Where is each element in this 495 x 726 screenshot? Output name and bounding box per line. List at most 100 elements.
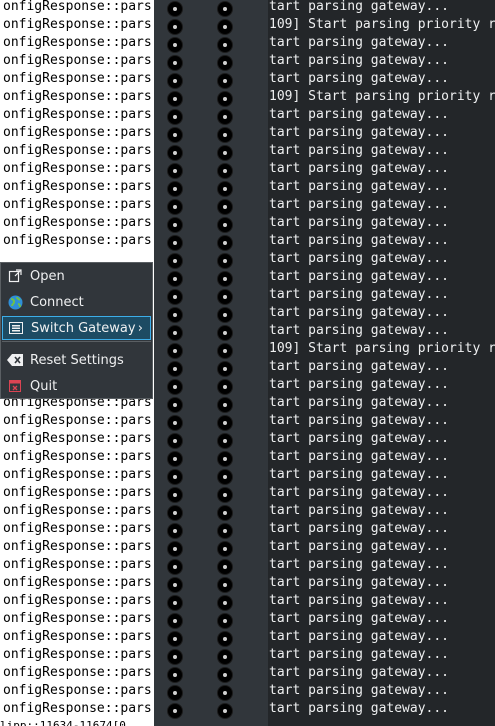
bullet-icon (218, 20, 232, 34)
log-line-left: onfigResponse::pars (3, 143, 152, 158)
bullet-icon (218, 200, 232, 214)
log-line-left: onfigResponse::pars (3, 521, 152, 536)
log-line-right: tart parsing gateway... (269, 467, 450, 482)
log-line-left: onfigResponse::pars (3, 485, 152, 500)
bullet-icon (168, 326, 182, 340)
log-line-left: onfigResponse::pars (3, 35, 152, 50)
bullet-icon (168, 524, 182, 538)
bullet-icon (218, 326, 232, 340)
bullet-icon (218, 164, 232, 178)
bullet-icon (218, 614, 232, 628)
log-line-left: onfigResponse::pars (3, 17, 152, 32)
bullet-icon (218, 182, 232, 196)
bullet-icon (218, 308, 232, 322)
log-line-right: tart parsing gateway... (269, 125, 450, 140)
switch-gateway-icon (8, 320, 24, 336)
log-line-left: onfigResponse::pars (3, 665, 152, 680)
globe-icon (7, 294, 23, 310)
bullet-icon (218, 110, 232, 124)
bullet-icon (168, 506, 182, 520)
menu-item-connect[interactable]: Connect (2, 290, 151, 314)
bullet-icon (218, 92, 232, 106)
bullet-icon (218, 650, 232, 664)
log-line-left: onfigResponse::pars (3, 683, 152, 698)
log-line-right: tart parsing gateway... (269, 521, 450, 536)
log-line-right: tart parsing gateway... (269, 269, 450, 284)
log-line-left: onfigResponse::pars (3, 53, 152, 68)
bullet-icon (168, 704, 182, 718)
log-line-left: onfigResponse::pars (3, 467, 152, 482)
log-line-right: tart parsing gateway... (269, 701, 450, 716)
chevron-right-icon: › (137, 321, 143, 336)
log-line-left: onfigResponse::pars (3, 557, 152, 572)
bullet-icon (168, 596, 182, 610)
bullet-icon (168, 20, 182, 34)
log-line-left: onfigResponse::pars (3, 647, 152, 662)
log-line-left: onfigResponse::pars (3, 179, 152, 194)
bullet-icon (168, 272, 182, 286)
bullet-icon (168, 92, 182, 106)
bullet-icon (218, 578, 232, 592)
log-line-right: tart parsing gateway... (269, 557, 450, 572)
log-line-left: onfigResponse::pars (3, 197, 152, 212)
menu-item-switch-gateway[interactable]: Switch Gateway › (2, 316, 151, 340)
bullet-icon (218, 686, 232, 700)
menu-item-open[interactable]: Open (2, 264, 151, 288)
bullet-icon (218, 452, 232, 466)
log-line-left: onfigResponse::pars (3, 629, 152, 644)
log-line-left: onfigResponse::pars (3, 593, 152, 608)
bullet-icon (218, 524, 232, 538)
bullet-icon (218, 704, 232, 718)
log-line-left: onfigResponse::pars (3, 89, 152, 104)
bullet-icon (218, 398, 232, 412)
bullet-icon (218, 74, 232, 88)
log-bottom-fragment: lipp::11634-11674[0 (0, 719, 154, 726)
bullet-icon (218, 38, 232, 52)
middle-pane (154, 0, 268, 726)
log-line-right: tart parsing gateway... (269, 413, 450, 428)
log-line-right: tart parsing gateway... (269, 611, 450, 626)
bullet-icon (218, 542, 232, 556)
log-line-left: onfigResponse::pars (3, 575, 152, 590)
bullet-icon (168, 110, 182, 124)
log-line-right: tart parsing gateway... (269, 377, 450, 392)
log-line-right: tart parsing gateway... (269, 683, 450, 698)
menu-item-label: Reset Settings (30, 352, 124, 368)
bullet-icon (168, 290, 182, 304)
log-line-right: tart parsing gateway... (269, 233, 450, 248)
log-line-right: tart parsing gateway... (269, 593, 450, 608)
log-line-left: onfigResponse::pars (3, 71, 152, 86)
open-icon (7, 268, 23, 284)
menu-item-reset-settings[interactable]: Reset Settings (2, 348, 151, 372)
log-line-right: tart parsing gateway... (269, 179, 450, 194)
bullet-icon (168, 398, 182, 412)
log-line-left: onfigResponse::pars (3, 215, 152, 230)
menu-item-label: Connect (30, 294, 84, 310)
bullet-icon (168, 578, 182, 592)
bullet-icon (168, 434, 182, 448)
log-line-left: onfigResponse::pars (3, 449, 152, 464)
bullet-icon (218, 272, 232, 286)
bullet-icon (218, 236, 232, 250)
bullet-icon (218, 290, 232, 304)
log-line-right: tart parsing gateway... (269, 665, 450, 680)
log-line-right: tart parsing gateway... (269, 323, 450, 338)
bullet-icon (168, 488, 182, 502)
log-line-right: tart parsing gateway... (269, 251, 450, 266)
log-line-right: tart parsing gateway... (269, 215, 450, 230)
bullet-icon (218, 506, 232, 520)
bullet-icon (168, 56, 182, 70)
log-line-right: tart parsing gateway... (269, 143, 450, 158)
log-line-right: tart parsing gateway... (269, 431, 450, 446)
bullet-icon (168, 560, 182, 574)
bullet-icon (218, 380, 232, 394)
log-line-right: 109] Start parsing priority r (269, 17, 495, 32)
bullet-icon (168, 2, 182, 16)
bullet-icon (168, 254, 182, 268)
log-line-right: tart parsing gateway... (269, 539, 450, 554)
log-line-right: tart parsing gateway... (269, 485, 450, 500)
menu-item-quit[interactable]: Quit (2, 374, 151, 398)
bullet-icon (168, 650, 182, 664)
bullet-icon (168, 470, 182, 484)
log-line-right: tart parsing gateway... (269, 35, 450, 50)
